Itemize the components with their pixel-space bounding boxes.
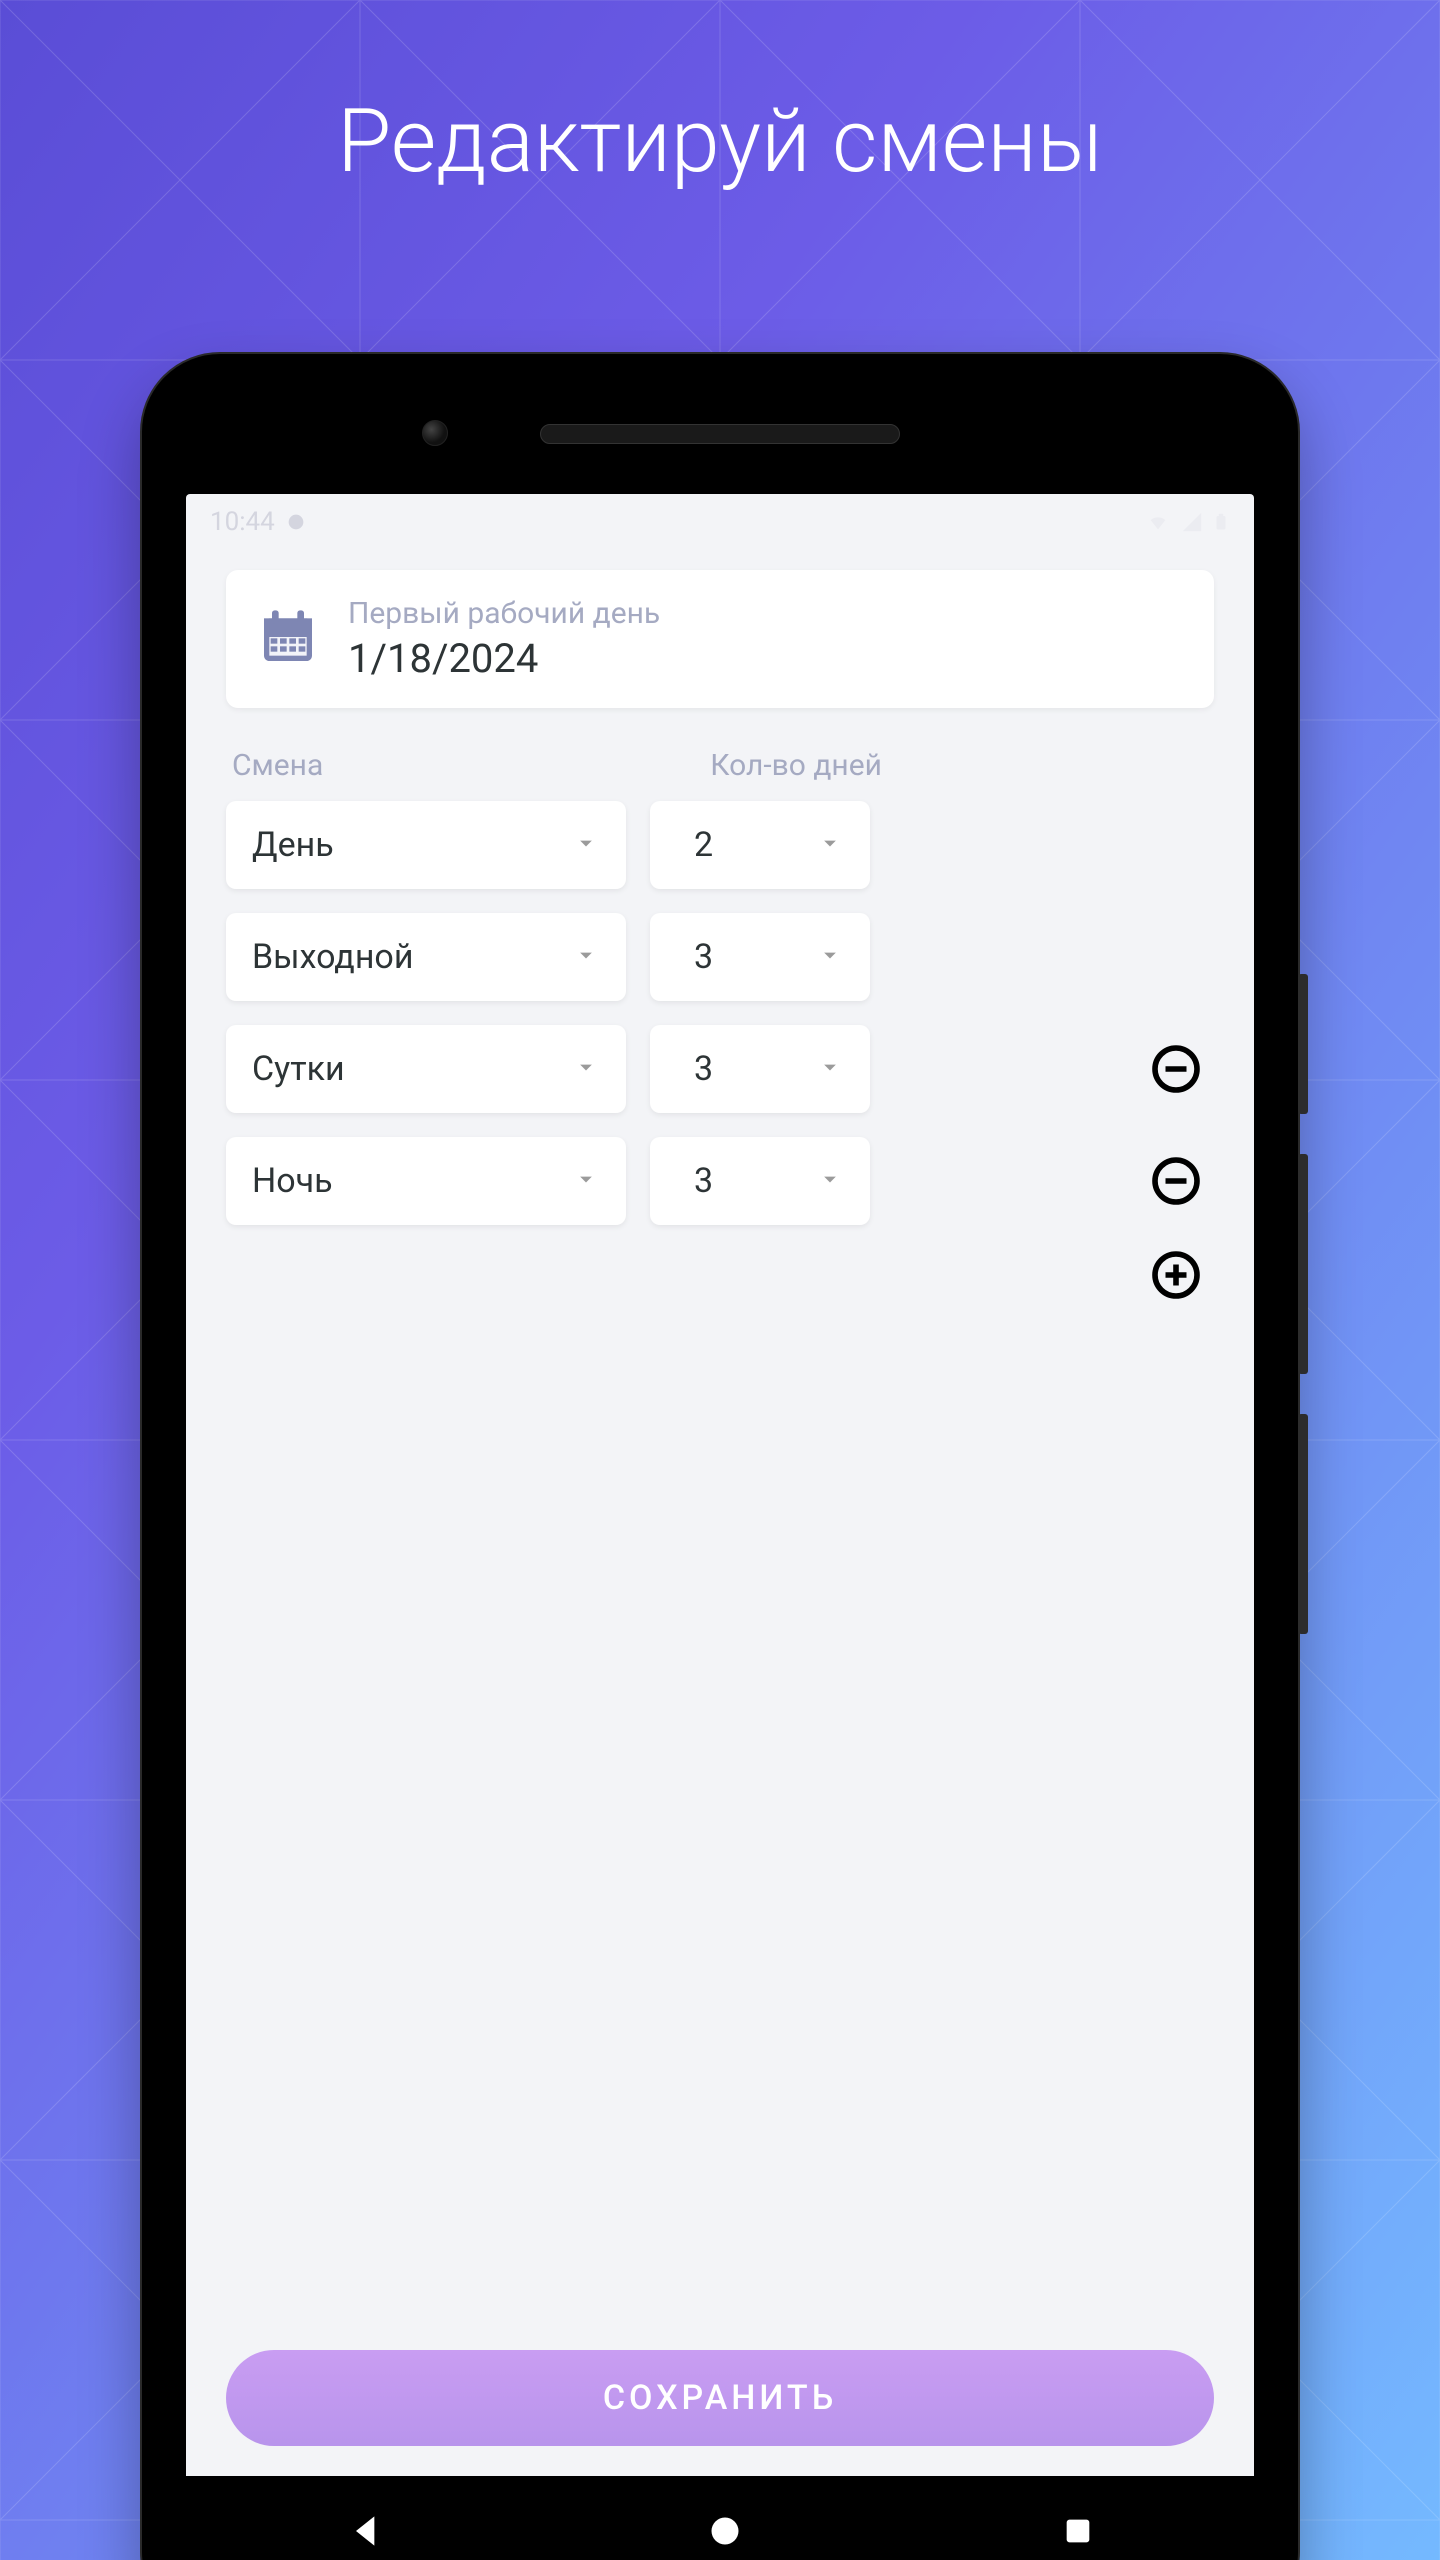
- status-dot-icon: [285, 511, 307, 533]
- date-label: Первый рабочий день: [348, 596, 660, 631]
- column-header-shift: Смена: [232, 748, 710, 783]
- battery-icon: [1212, 510, 1230, 534]
- days-dropdown[interactable]: 2: [650, 801, 870, 889]
- chevron-down-icon: [572, 829, 600, 861]
- chevron-down-icon: [572, 1053, 600, 1085]
- shift-dropdown[interactable]: Ночь: [226, 1137, 626, 1225]
- phone-speaker: [540, 424, 900, 444]
- phone-camera: [422, 420, 448, 446]
- status-time: 10:44: [210, 507, 275, 537]
- nav-home-icon[interactable]: [707, 2513, 743, 2549]
- android-nav-bar: [186, 2476, 1254, 2560]
- days-dropdown-value: 3: [676, 1161, 713, 1201]
- shift-dropdown-value: День: [252, 825, 334, 865]
- shift-dropdown[interactable]: Выходной: [226, 913, 626, 1001]
- days-dropdown-value: 3: [676, 937, 713, 977]
- save-button[interactable]: СОХРАНИТЬ: [226, 2350, 1214, 2446]
- date-value: 1/18/2024: [348, 635, 660, 682]
- days-dropdown[interactable]: 3: [650, 913, 870, 1001]
- shift-dropdown-value: Ночь: [252, 1161, 333, 1201]
- signal-icon: [1180, 511, 1204, 533]
- phone-side-button: [1298, 974, 1308, 1114]
- app-content: Первый рабочий день 1/18/2024 Смена Кол-…: [186, 550, 1254, 2476]
- rows-list: День 2 Выходной 3 Сутки 3 Ночь 3: [226, 801, 1214, 1225]
- phone-volume-down: [1298, 1414, 1308, 1634]
- chevron-down-icon: [816, 1053, 844, 1085]
- status-bar: 10:44: [186, 494, 1254, 550]
- shift-dropdown[interactable]: Сутки: [226, 1025, 626, 1113]
- days-dropdown[interactable]: 3: [650, 1025, 870, 1113]
- remove-row-button[interactable]: [1148, 1041, 1204, 1097]
- days-dropdown-value: 3: [676, 1049, 713, 1089]
- nav-recent-icon[interactable]: [1061, 2514, 1095, 2548]
- wifi-icon: [1144, 511, 1172, 533]
- phone-volume-up: [1298, 1154, 1308, 1374]
- days-dropdown[interactable]: 3: [650, 1137, 870, 1225]
- shift-row: Ночь 3: [226, 1137, 1214, 1225]
- app-screen: 10:44: [186, 494, 1254, 2560]
- add-row-button[interactable]: [1148, 1247, 1204, 1303]
- column-header-days: Кол-во дней: [710, 748, 1100, 783]
- shift-row: День 2: [226, 801, 1214, 889]
- save-button-label: СОХРАНИТЬ: [603, 2378, 837, 2418]
- calendar-icon: [256, 605, 320, 673]
- nav-back-icon[interactable]: [345, 2509, 389, 2553]
- chevron-down-icon: [816, 941, 844, 973]
- chevron-down-icon: [816, 829, 844, 861]
- columns-header: Смена Кол-во дней: [226, 748, 1214, 783]
- remove-row-button[interactable]: [1148, 1153, 1204, 1209]
- chevron-down-icon: [572, 941, 600, 973]
- promo-backdrop: Редактируй смены 10:44: [0, 0, 1440, 2560]
- date-card[interactable]: Первый рабочий день 1/18/2024: [226, 570, 1214, 708]
- days-dropdown-value: 2: [676, 825, 713, 865]
- shift-dropdown-value: Сутки: [252, 1049, 345, 1089]
- phone-frame: 10:44: [140, 352, 1300, 2560]
- promo-title: Редактируй смены: [0, 90, 1440, 193]
- chevron-down-icon: [816, 1165, 844, 1197]
- row-trail: [894, 1153, 1214, 1209]
- shift-row: Выходной 3: [226, 913, 1214, 1001]
- row-trail: [894, 1041, 1214, 1097]
- shift-dropdown-value: Выходной: [252, 937, 413, 977]
- shift-row: Сутки 3: [226, 1025, 1214, 1113]
- shift-dropdown[interactable]: День: [226, 801, 626, 889]
- chevron-down-icon: [572, 1165, 600, 1197]
